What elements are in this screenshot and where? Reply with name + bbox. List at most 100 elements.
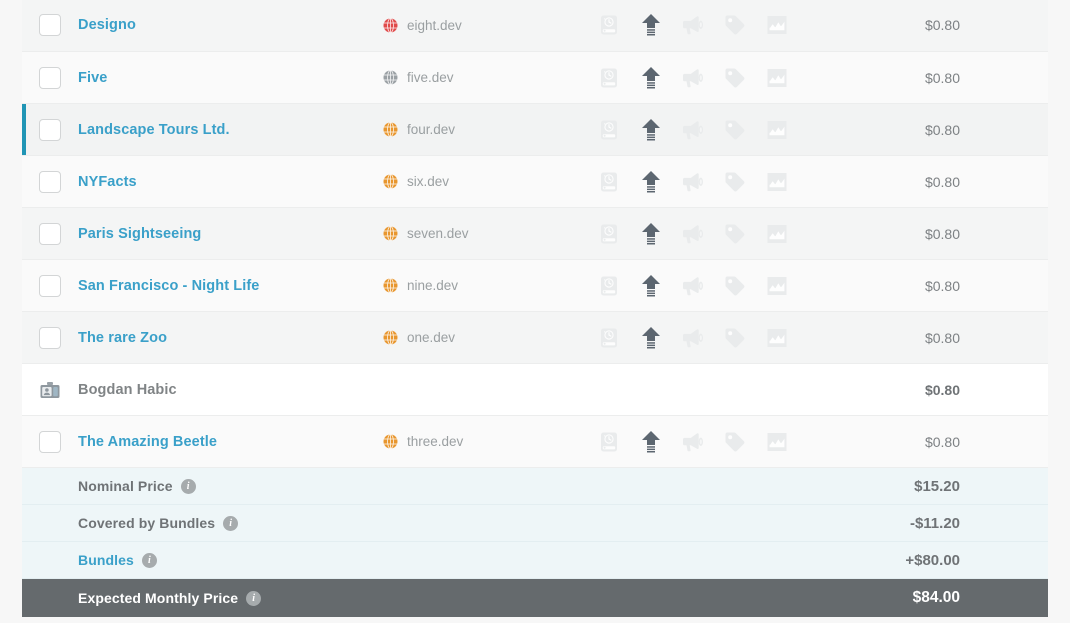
row-checkbox[interactable] xyxy=(39,66,61,89)
summary-value: +$80.00 xyxy=(905,551,960,569)
row-actions-cell xyxy=(588,170,823,194)
upload-icon[interactable] xyxy=(630,326,672,350)
domain-cell: six.dev xyxy=(383,174,588,189)
price-tag-icon xyxy=(714,223,756,245)
row-checkbox[interactable] xyxy=(39,170,61,193)
row-select-cell xyxy=(22,14,78,36)
summary-row: Bundles i +$80.00 xyxy=(22,542,1048,579)
analytics-chart-icon xyxy=(756,223,798,245)
row-checkbox[interactable] xyxy=(39,14,61,36)
backup-icon xyxy=(588,67,630,89)
site-name-link[interactable]: NYFacts xyxy=(78,174,137,190)
row-select-cell xyxy=(22,66,78,89)
row-price: $0.80 xyxy=(924,121,960,138)
site-name-link[interactable]: Five xyxy=(78,70,107,86)
summary-label-cell: Covered by Bundles i xyxy=(22,515,239,531)
upload-icon[interactable] xyxy=(630,66,672,90)
domain-label: seven.dev xyxy=(407,226,469,241)
domain-cell: four.dev xyxy=(383,122,588,137)
row-checkbox[interactable] xyxy=(39,430,61,453)
backup-icon xyxy=(588,119,630,141)
site-name-link[interactable]: San Francisco - Night Life xyxy=(78,278,259,294)
id-badge-icon xyxy=(40,381,60,398)
backup-icon xyxy=(588,171,630,193)
megaphone-icon xyxy=(672,68,714,88)
row-checkbox[interactable] xyxy=(39,274,61,297)
row-price: $0.80 xyxy=(924,225,960,242)
summary-value: $84.00 xyxy=(912,589,960,606)
globe-icon xyxy=(383,70,398,85)
price-tag-icon xyxy=(714,119,756,141)
domain-cell: eight.dev xyxy=(383,18,588,33)
site-name-link[interactable]: The Amazing Beetle xyxy=(78,434,217,450)
summary-label-cell: Nominal Price i xyxy=(22,478,196,494)
site-name-cell: The rare Zoo xyxy=(78,329,383,347)
summary-row: Nominal Price i $15.20 xyxy=(22,468,1048,505)
megaphone-icon xyxy=(672,120,714,140)
analytics-chart-icon xyxy=(756,171,798,193)
info-icon[interactable]: i xyxy=(141,552,157,568)
table-row[interactable]: Paris Sightseeing seven.dev $0.80 xyxy=(22,208,1048,260)
table-row[interactable]: Five five.dev $0.80 xyxy=(22,52,1048,104)
row-checkbox[interactable] xyxy=(39,222,61,245)
backup-icon xyxy=(588,275,630,297)
upload-icon[interactable] xyxy=(630,170,672,194)
upload-icon[interactable] xyxy=(630,222,672,246)
row-price: $0.80 xyxy=(924,433,960,450)
summary-value: $15.20 xyxy=(914,477,960,495)
row-actions-cell xyxy=(588,222,823,246)
row-actions-cell xyxy=(588,326,823,350)
info-icon[interactable]: i xyxy=(223,515,239,531)
row-actions-cell xyxy=(588,118,823,142)
info-icon[interactable]: i xyxy=(180,478,196,494)
analytics-chart-icon xyxy=(756,275,798,297)
row-checkbox[interactable] xyxy=(39,326,61,349)
upload-icon[interactable] xyxy=(630,118,672,142)
price-tag-icon xyxy=(714,431,756,453)
row-price: $0.80 xyxy=(924,329,960,346)
globe-icon xyxy=(383,278,398,293)
upload-icon[interactable] xyxy=(630,13,672,37)
domain-cell: nine.dev xyxy=(383,278,588,293)
domain-cell: three.dev xyxy=(383,434,588,449)
row-price: $0.80 xyxy=(924,173,960,190)
summary-row: Covered by Bundles i -$11.20 xyxy=(22,505,1048,542)
upload-icon[interactable] xyxy=(630,430,672,454)
row-select-cell xyxy=(22,118,78,141)
site-name-link[interactable]: Designo xyxy=(78,17,136,33)
summary-label-cell: Expected Monthly Price i xyxy=(22,590,262,606)
analytics-chart-icon xyxy=(756,67,798,89)
megaphone-icon xyxy=(672,328,714,348)
table-row[interactable]: Bogdan Habic $0.80 xyxy=(22,364,1048,416)
page-root: Designo eight.dev $0.80 Five five.dev $0.… xyxy=(0,0,1070,623)
row-price: $0.80 xyxy=(924,381,960,398)
summary-label-link[interactable]: Bundles xyxy=(78,552,134,568)
table-row[interactable]: San Francisco - Night Life nine.dev $0.8… xyxy=(22,260,1048,312)
summary-value: -$11.20 xyxy=(909,514,960,532)
table-row[interactable]: Designo eight.dev $0.80 xyxy=(22,0,1048,52)
globe-icon xyxy=(383,174,398,189)
analytics-chart-icon xyxy=(756,327,798,349)
table-row[interactable]: NYFacts six.dev $0.80 xyxy=(22,156,1048,208)
row-actions-cell xyxy=(588,66,823,90)
site-name-link[interactable]: Paris Sightseeing xyxy=(78,226,201,242)
megaphone-icon xyxy=(672,172,714,192)
info-icon[interactable]: i xyxy=(246,590,262,606)
row-select-cell xyxy=(22,430,78,453)
globe-icon xyxy=(383,330,398,345)
table-row[interactable]: The rare Zoo one.dev $0.80 xyxy=(22,312,1048,364)
row-checkbox[interactable] xyxy=(39,118,61,141)
site-name-link[interactable]: The rare Zoo xyxy=(78,330,167,346)
upload-icon[interactable] xyxy=(630,274,672,298)
site-name-cell: NYFacts xyxy=(78,173,383,191)
backup-icon xyxy=(588,431,630,453)
backup-icon xyxy=(588,327,630,349)
site-name-link[interactable]: Landscape Tours Ltd. xyxy=(78,122,230,138)
megaphone-icon xyxy=(672,276,714,296)
price-tag-icon xyxy=(714,14,756,36)
table-row[interactable]: Landscape Tours Ltd. four.dev $0.80 xyxy=(22,104,1048,156)
table-row[interactable]: The Amazing Beetle three.dev $0.80 xyxy=(22,416,1048,468)
summary-label: Covered by Bundles xyxy=(78,515,216,531)
site-name-cell: Bogdan Habic xyxy=(78,381,383,399)
domain-cell: five.dev xyxy=(383,70,588,85)
